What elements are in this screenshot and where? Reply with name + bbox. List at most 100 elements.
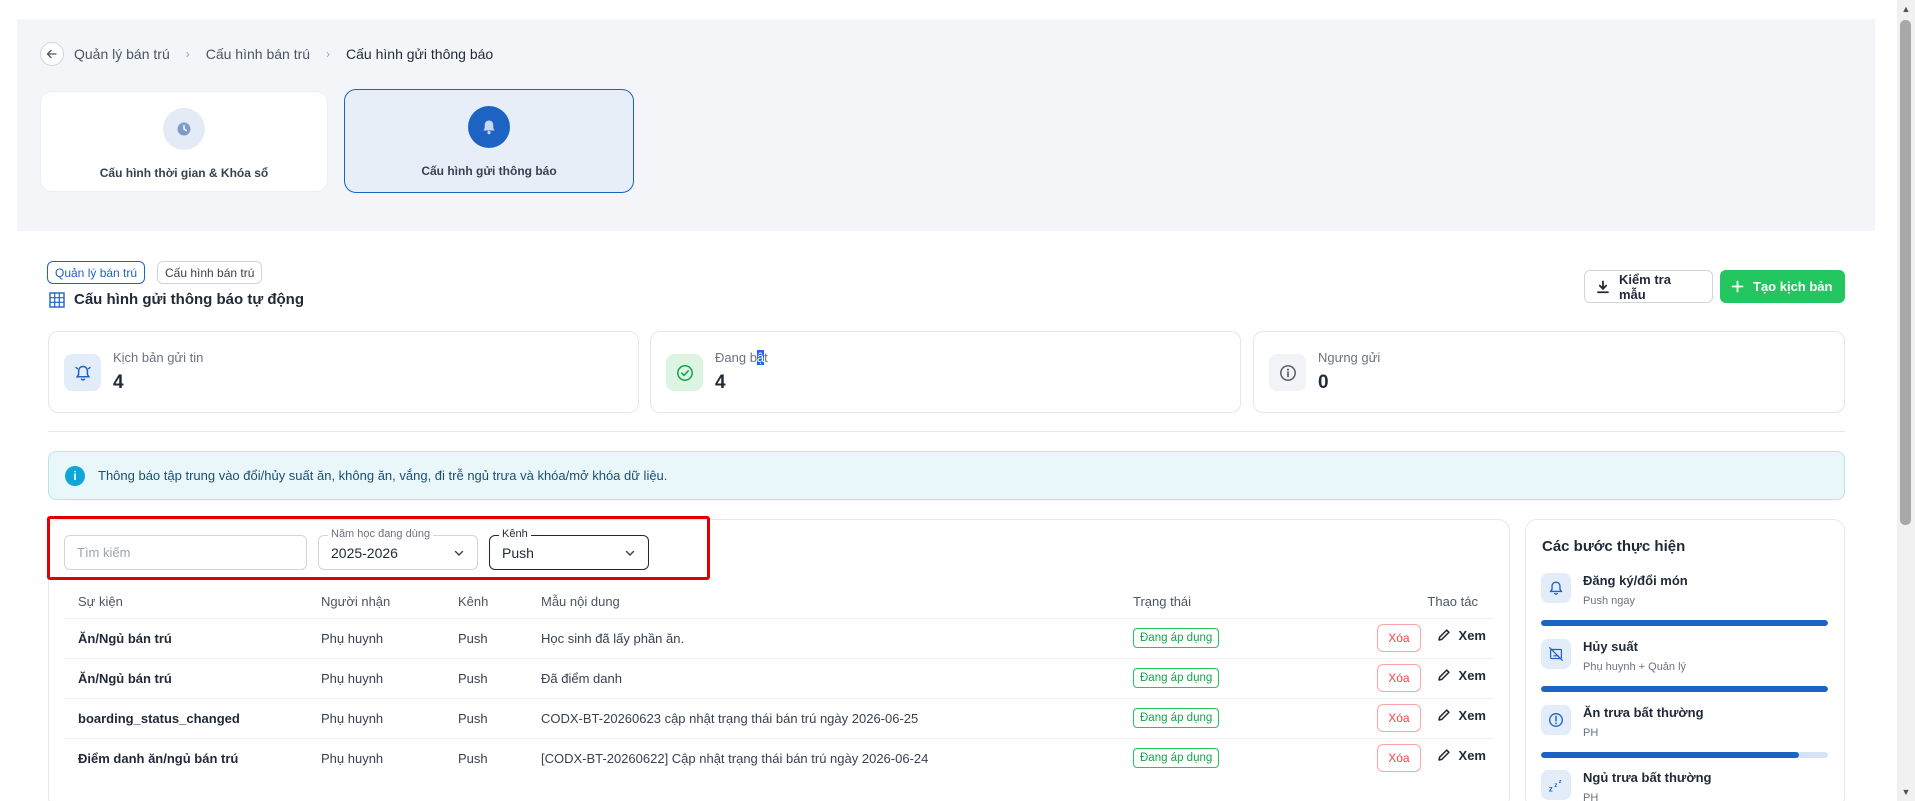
delete-button[interactable]: Xóa [1376, 664, 1421, 692]
scrollbar-thumb[interactable] [1900, 20, 1911, 525]
step-title: Ngủ trưa bất thường [1583, 770, 1712, 785]
tag-boarding-config[interactable]: Cấu hình bán trú [157, 261, 263, 284]
cell-actions: Xóa Xem [1349, 697, 1494, 738]
steps-panel: Các bước thực hiện Đăng ký/đổi món Push … [1525, 519, 1845, 801]
cell-status: Đang áp dụng [1133, 697, 1349, 738]
grid-table-icon [49, 291, 65, 308]
pencil-icon [1437, 629, 1450, 641]
col-header-status: Trạng thái [1133, 594, 1192, 610]
cell-status: Đang áp dụng [1133, 617, 1349, 658]
svg-text:z: z [1554, 782, 1557, 789]
table-row[interactable]: Ăn/Ngủ bán trú Phụ huynh Push Đã điểm da… [64, 657, 1494, 698]
svg-text:z: z [1549, 784, 1553, 793]
step-progress-bar [1541, 686, 1828, 692]
delete-button[interactable]: Xóa [1376, 744, 1421, 773]
cell-recipient: Phụ huynh [321, 697, 458, 738]
cell-event: Ăn/Ngủ bán trú [64, 657, 321, 698]
status-badge: Đang áp dụng [1133, 628, 1220, 648]
view-button[interactable]: Xem [1437, 748, 1486, 763]
table-row[interactable]: boarding_status_changed Phụ huynh Push C… [64, 697, 1494, 738]
chevron-right-icon: › [185, 47, 190, 61]
bell-ring-icon [1541, 573, 1571, 603]
clock-icon [163, 108, 205, 150]
cell-template: [CODX-BT-20260622] Cập nhật trạng thái b… [541, 737, 1133, 778]
status-badge: Đang áp dụng [1133, 748, 1220, 769]
check-template-label: Kiểm tra mẫu [1618, 271, 1671, 302]
config-card-notification[interactable]: Cấu hình gửi thông báo [344, 89, 634, 193]
check-template-button[interactable]: Kiểm tra mẫu [1584, 270, 1713, 303]
back-button[interactable] [40, 42, 64, 66]
info-banner-text: Thông báo tập trung vào đổi/hủy suất ăn,… [98, 468, 668, 483]
view-button[interactable]: Xem [1437, 708, 1486, 723]
stat-card-scripts: Kịch bản gửi tin 4 [48, 331, 639, 413]
config-card-time-lock[interactable]: Cấu hình thời gian & Khóa sổ [40, 91, 328, 192]
col-header-template: Mẫu nội dung [541, 594, 620, 610]
step-title: Hủy suất [1583, 639, 1638, 654]
info-banner: i Thông báo tập trung vào đổi/hủy suất ă… [48, 451, 1845, 500]
stat-label: Ngưng gửi [1318, 350, 1381, 365]
alert-circle-icon [1541, 705, 1571, 735]
step-progress-bar [1541, 752, 1828, 758]
step-subtitle: PH [1583, 792, 1599, 801]
delete-button[interactable]: Xóa [1376, 624, 1421, 652]
bell-icon [468, 106, 510, 148]
cell-template: Học sinh đã lấy phần ăn. [541, 617, 1133, 658]
svg-text:z: z [1559, 779, 1562, 785]
col-header-recipient: Người nhận [321, 594, 391, 610]
cell-recipient: Phụ huynh [321, 657, 458, 698]
col-header-channel: Kênh [458, 594, 489, 610]
cell-channel: Push [458, 617, 541, 658]
events-table: Sự kiện Người nhận Kênh Mẫu nội dung Trạ… [64, 586, 1494, 778]
status-badge: Đang áp dụng [1133, 668, 1220, 688]
download-icon [1597, 280, 1609, 293]
breadcrumb-item-boarding-config[interactable]: Cấu hình bán trú [206, 46, 310, 62]
scroll-up-arrow-icon[interactable]: ▲ [1899, 2, 1913, 16]
config-card-label: Cấu hình thời gian & Khóa sổ [99, 166, 269, 180]
cell-actions: Xóa Xem [1349, 657, 1494, 698]
cell-recipient: Phụ huynh [321, 617, 458, 658]
breadcrumb-item-boarding[interactable]: Quản lý bán trú [74, 46, 170, 62]
stat-value: 0 [1318, 372, 1329, 393]
scroll-down-arrow-icon[interactable]: ▼ [1899, 785, 1913, 799]
stat-card-active: Đang bật 4 [650, 331, 1241, 413]
status-badge: Đang áp dụng [1133, 708, 1220, 728]
cancel-meal-icon [1541, 639, 1571, 669]
cell-event: Ăn/Ngủ bán trú [64, 617, 321, 658]
stat-card-stopped: Ngưng gửi 0 [1253, 331, 1845, 413]
pencil-icon [1437, 709, 1450, 721]
col-header-actions: Thao tác [1427, 594, 1478, 610]
table-header-row: Sự kiện Người nhận Kênh Mẫu nội dung Trạ… [64, 586, 1494, 618]
table-row[interactable]: Điểm danh ăn/ngủ bán trú Phụ huynh Push … [64, 737, 1494, 778]
cell-channel: Push [458, 737, 541, 778]
tag-boarding-management[interactable]: Quản lý bán trú [47, 261, 146, 284]
create-script-button[interactable]: Tạo kịch bản [1720, 270, 1845, 303]
check-circle-icon [666, 354, 703, 391]
step-title: Ăn trưa bất thường [1583, 705, 1704, 720]
stat-label: Đang bật [715, 350, 768, 365]
cell-actions: Xóa Xem [1349, 617, 1494, 658]
breadcrumb: Quản lý bán trú › Cấu hình bán trú › Cấu… [40, 42, 493, 66]
page-title-text: Cấu hình gửi thông báo tự động [74, 291, 305, 308]
step-subtitle: Phụ huynh + Quản lý [1583, 661, 1687, 673]
plus-icon [1731, 280, 1744, 293]
info-icon: i [65, 465, 85, 486]
table-row[interactable]: Ăn/Ngủ bán trú Phụ huynh Push Học sinh đ… [64, 617, 1494, 658]
cell-channel: Push [458, 697, 541, 738]
view-button[interactable]: Xem [1437, 628, 1486, 643]
step-progress-fill [1541, 752, 1800, 758]
sleep-icon: zzz [1541, 770, 1571, 800]
cell-channel: Push [458, 657, 541, 698]
info-circle-icon [1269, 354, 1306, 391]
pencil-icon [1437, 749, 1450, 761]
cell-actions: Xóa Xem [1349, 737, 1494, 778]
top-strip [0, 0, 1915, 18]
page-title: Cấu hình gửi thông báo tự động [49, 291, 304, 308]
create-script-label: Tạo kịch bản [1753, 279, 1833, 294]
steps-title: Các bước thực hiện [1542, 538, 1686, 555]
delete-button[interactable]: Xóa [1376, 704, 1421, 732]
step-subtitle: Push ngay [1583, 595, 1635, 607]
stat-value: 4 [113, 372, 124, 393]
stat-value: 4 [715, 372, 726, 393]
step-title: Đăng ký/đổi món [1583, 573, 1688, 588]
view-button[interactable]: Xem [1437, 668, 1486, 683]
